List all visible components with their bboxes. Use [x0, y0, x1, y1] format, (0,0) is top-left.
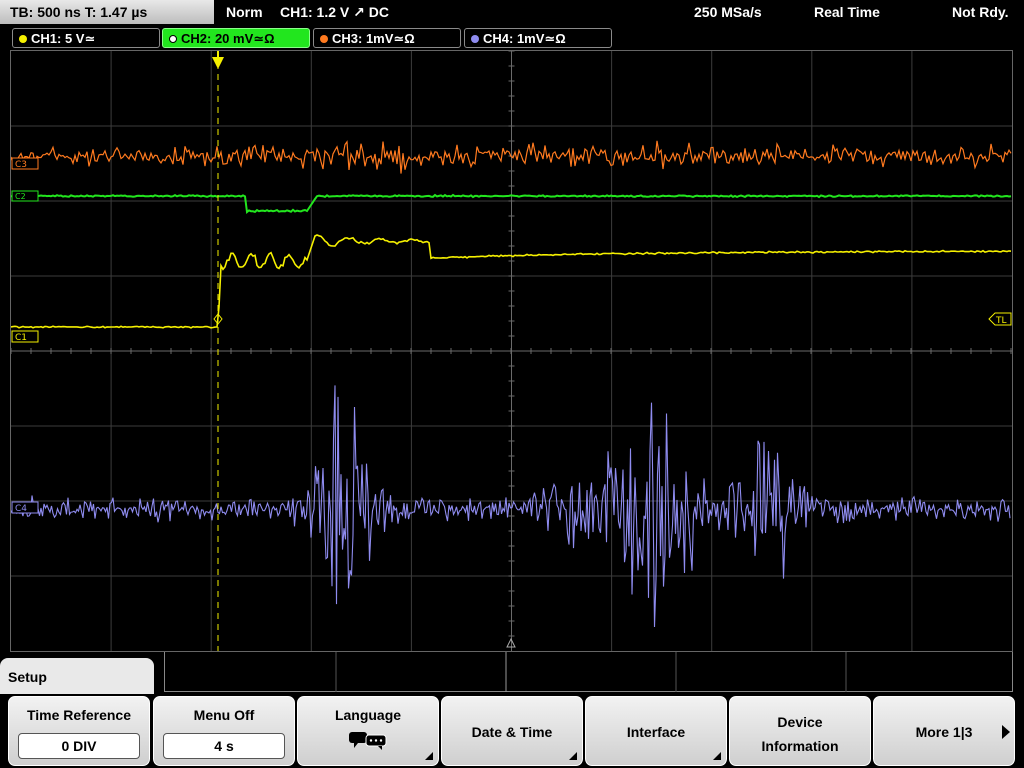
timebase-readout[interactable]: TB: 500 ns T: 1.47 µs: [0, 0, 214, 24]
channel-tab-ch2[interactable]: CH2: 20 mV≃Ω: [162, 28, 310, 48]
trigger-mode[interactable]: Norm: [226, 4, 263, 20]
channel-tab-ch1[interactable]: CH1: 5 V≃: [12, 28, 160, 48]
graticule-grid: [11, 51, 1012, 651]
submenu-corner-icon: [425, 752, 433, 760]
svg-text:C3: C3: [15, 160, 27, 170]
softkey-label: Date & Time: [471, 724, 553, 740]
channel-label: CH3: 1mV≃Ω: [332, 31, 415, 46]
ch2-offset-marker[interactable]: C2: [11, 190, 39, 202]
channel-bar: CH1: 5 V≃ CH2: 20 mV≃Ω CH3: 1mV≃Ω CH4: 1…: [0, 24, 1024, 49]
channel-tab-ch3[interactable]: CH3: 1mV≃Ω: [313, 28, 461, 48]
softkey-label-line2: Information: [761, 738, 839, 754]
channel-label: CH4: 1mV≃Ω: [483, 31, 566, 46]
softkey-label: Time Reference: [26, 707, 131, 723]
menu-off-value: 4 s: [163, 733, 285, 759]
channel-label: CH1: 5 V≃: [31, 31, 96, 46]
status-bar: TB: 500 ns T: 1.47 µs Norm CH1: 1.2 V ↗ …: [0, 0, 1024, 24]
lower-zone-grid: [335, 652, 847, 692]
ch3-offset-marker[interactable]: C3: [11, 157, 39, 170]
submenu-corner-icon: [569, 752, 577, 760]
ch3-dot-icon: [320, 35, 328, 43]
svg-text:C4: C4: [15, 504, 27, 514]
trigger-source[interactable]: CH1: 1.2 V ↗ DC: [280, 4, 389, 21]
waveform-display[interactable]: C3 C2 C1 C4 TL: [10, 50, 1013, 652]
menu-off-softkey[interactable]: Menu Off 4 s: [153, 696, 295, 766]
trigger-position-marker-icon[interactable]: [212, 57, 224, 69]
next-page-arrow-icon: [1002, 725, 1010, 739]
submenu-corner-icon: [713, 752, 721, 760]
softkey-label-line1: Device: [777, 714, 823, 730]
waveform-canvas: C3 C2 C1 C4 TL: [11, 51, 1012, 651]
language-softkey[interactable]: Language: [297, 696, 439, 766]
trigger-level-marker[interactable]: TL: [988, 312, 1012, 326]
date-time-softkey[interactable]: Date & Time: [441, 696, 583, 766]
svg-text:C2: C2: [15, 192, 26, 201]
svg-text:TL: TL: [995, 316, 1007, 326]
ch1-dot-icon: [19, 35, 27, 43]
sample-rate: 250 MSa/s: [694, 4, 762, 20]
trigger-status: Not Rdy.: [952, 4, 1009, 20]
time-reference-softkey[interactable]: Time Reference 0 DIV: [8, 696, 150, 766]
softkey-label: More 1|3: [915, 724, 973, 740]
ch4-dot-icon: [471, 35, 479, 43]
svg-text:C1: C1: [15, 333, 27, 343]
time-reference-value: 0 DIV: [18, 733, 140, 759]
more-softkey[interactable]: More 1|3: [873, 696, 1015, 766]
device-information-softkey[interactable]: Device Information: [729, 696, 871, 766]
menu-title: Setup: [8, 669, 47, 685]
channel-tab-ch4[interactable]: CH4: 1mV≃Ω: [464, 28, 612, 48]
softkey-label: Language: [334, 707, 402, 723]
lower-display-zone: [164, 652, 1013, 692]
interface-softkey[interactable]: Interface: [585, 696, 727, 766]
softkey-bar: Time Reference 0 DIV Menu Off 4 s Langua…: [0, 694, 1024, 768]
ch4-offset-marker[interactable]: C4: [11, 501, 39, 514]
channel-label: CH2: 20 mV≃Ω: [181, 31, 275, 46]
softkey-label: Interface: [626, 724, 686, 740]
ch2-dot-icon: [169, 35, 177, 43]
speech-bubble-icon: [349, 732, 387, 750]
acquisition-mode: Real Time: [814, 4, 880, 20]
softkey-label: Menu Off: [193, 707, 255, 723]
ch1-offset-marker[interactable]: C1: [11, 330, 39, 343]
